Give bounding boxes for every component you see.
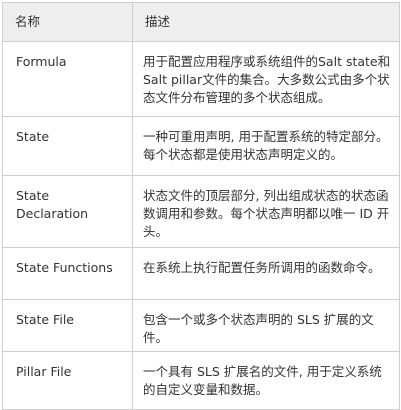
description-cell: 在系统上执行配置任务所调用的函数命令。 <box>132 247 400 300</box>
description-cell: 状态文件的顶层部分, 列出组成状态的状态函数调用和参数。每个状态声明都以唯一 I… <box>132 175 400 248</box>
term-cell: State Declaration <box>2 175 133 248</box>
table-row: State Declaration 状态文件的顶层部分, 列出组成状态的状态函数… <box>2 175 400 248</box>
table-row: Pillar File 一个具有 SLS 扩展名的文件, 用于定义系统的自定义变… <box>2 351 400 410</box>
column-header-name: 名称 <box>2 2 133 42</box>
glossary-table-container: 名称 描述 Formula 用于配置应用程序或系统组件的Salt state和S… <box>2 2 400 410</box>
table-row: State 一种可重用声明, 用于配置系统的特定部分。每个状态都是使用状态声明定… <box>2 116 400 176</box>
table-row: State File 包含一个或多个状态声明的 SLS 扩展的文件。 <box>2 299 400 352</box>
term-cell: State <box>2 116 133 176</box>
description-cell: 一种可重用声明, 用于配置系统的特定部分。每个状态都是使用状态声明定义的。 <box>132 116 400 176</box>
description-cell: 一个具有 SLS 扩展名的文件, 用于定义系统的自定义变量和数据。 <box>132 351 400 410</box>
term-cell: Formula <box>2 41 133 117</box>
term-cell: State File <box>2 299 133 352</box>
description-cell: 包含一个或多个状态声明的 SLS 扩展的文件。 <box>132 299 400 352</box>
table-header-row: 名称 描述 <box>2 2 400 42</box>
description-cell: 用于配置应用程序或系统组件的Salt state和Salt pillar文件的集… <box>132 41 400 117</box>
term-cell: Pillar File <box>2 351 133 410</box>
table-row: Formula 用于配置应用程序或系统组件的Salt state和Salt pi… <box>2 41 400 117</box>
table-row: State Functions 在系统上执行配置任务所调用的函数命令。 <box>2 247 400 300</box>
term-cell: State Functions <box>2 247 133 300</box>
column-header-description: 描述 <box>132 2 400 42</box>
glossary-table: 名称 描述 Formula 用于配置应用程序或系统组件的Salt state和S… <box>2 2 400 410</box>
